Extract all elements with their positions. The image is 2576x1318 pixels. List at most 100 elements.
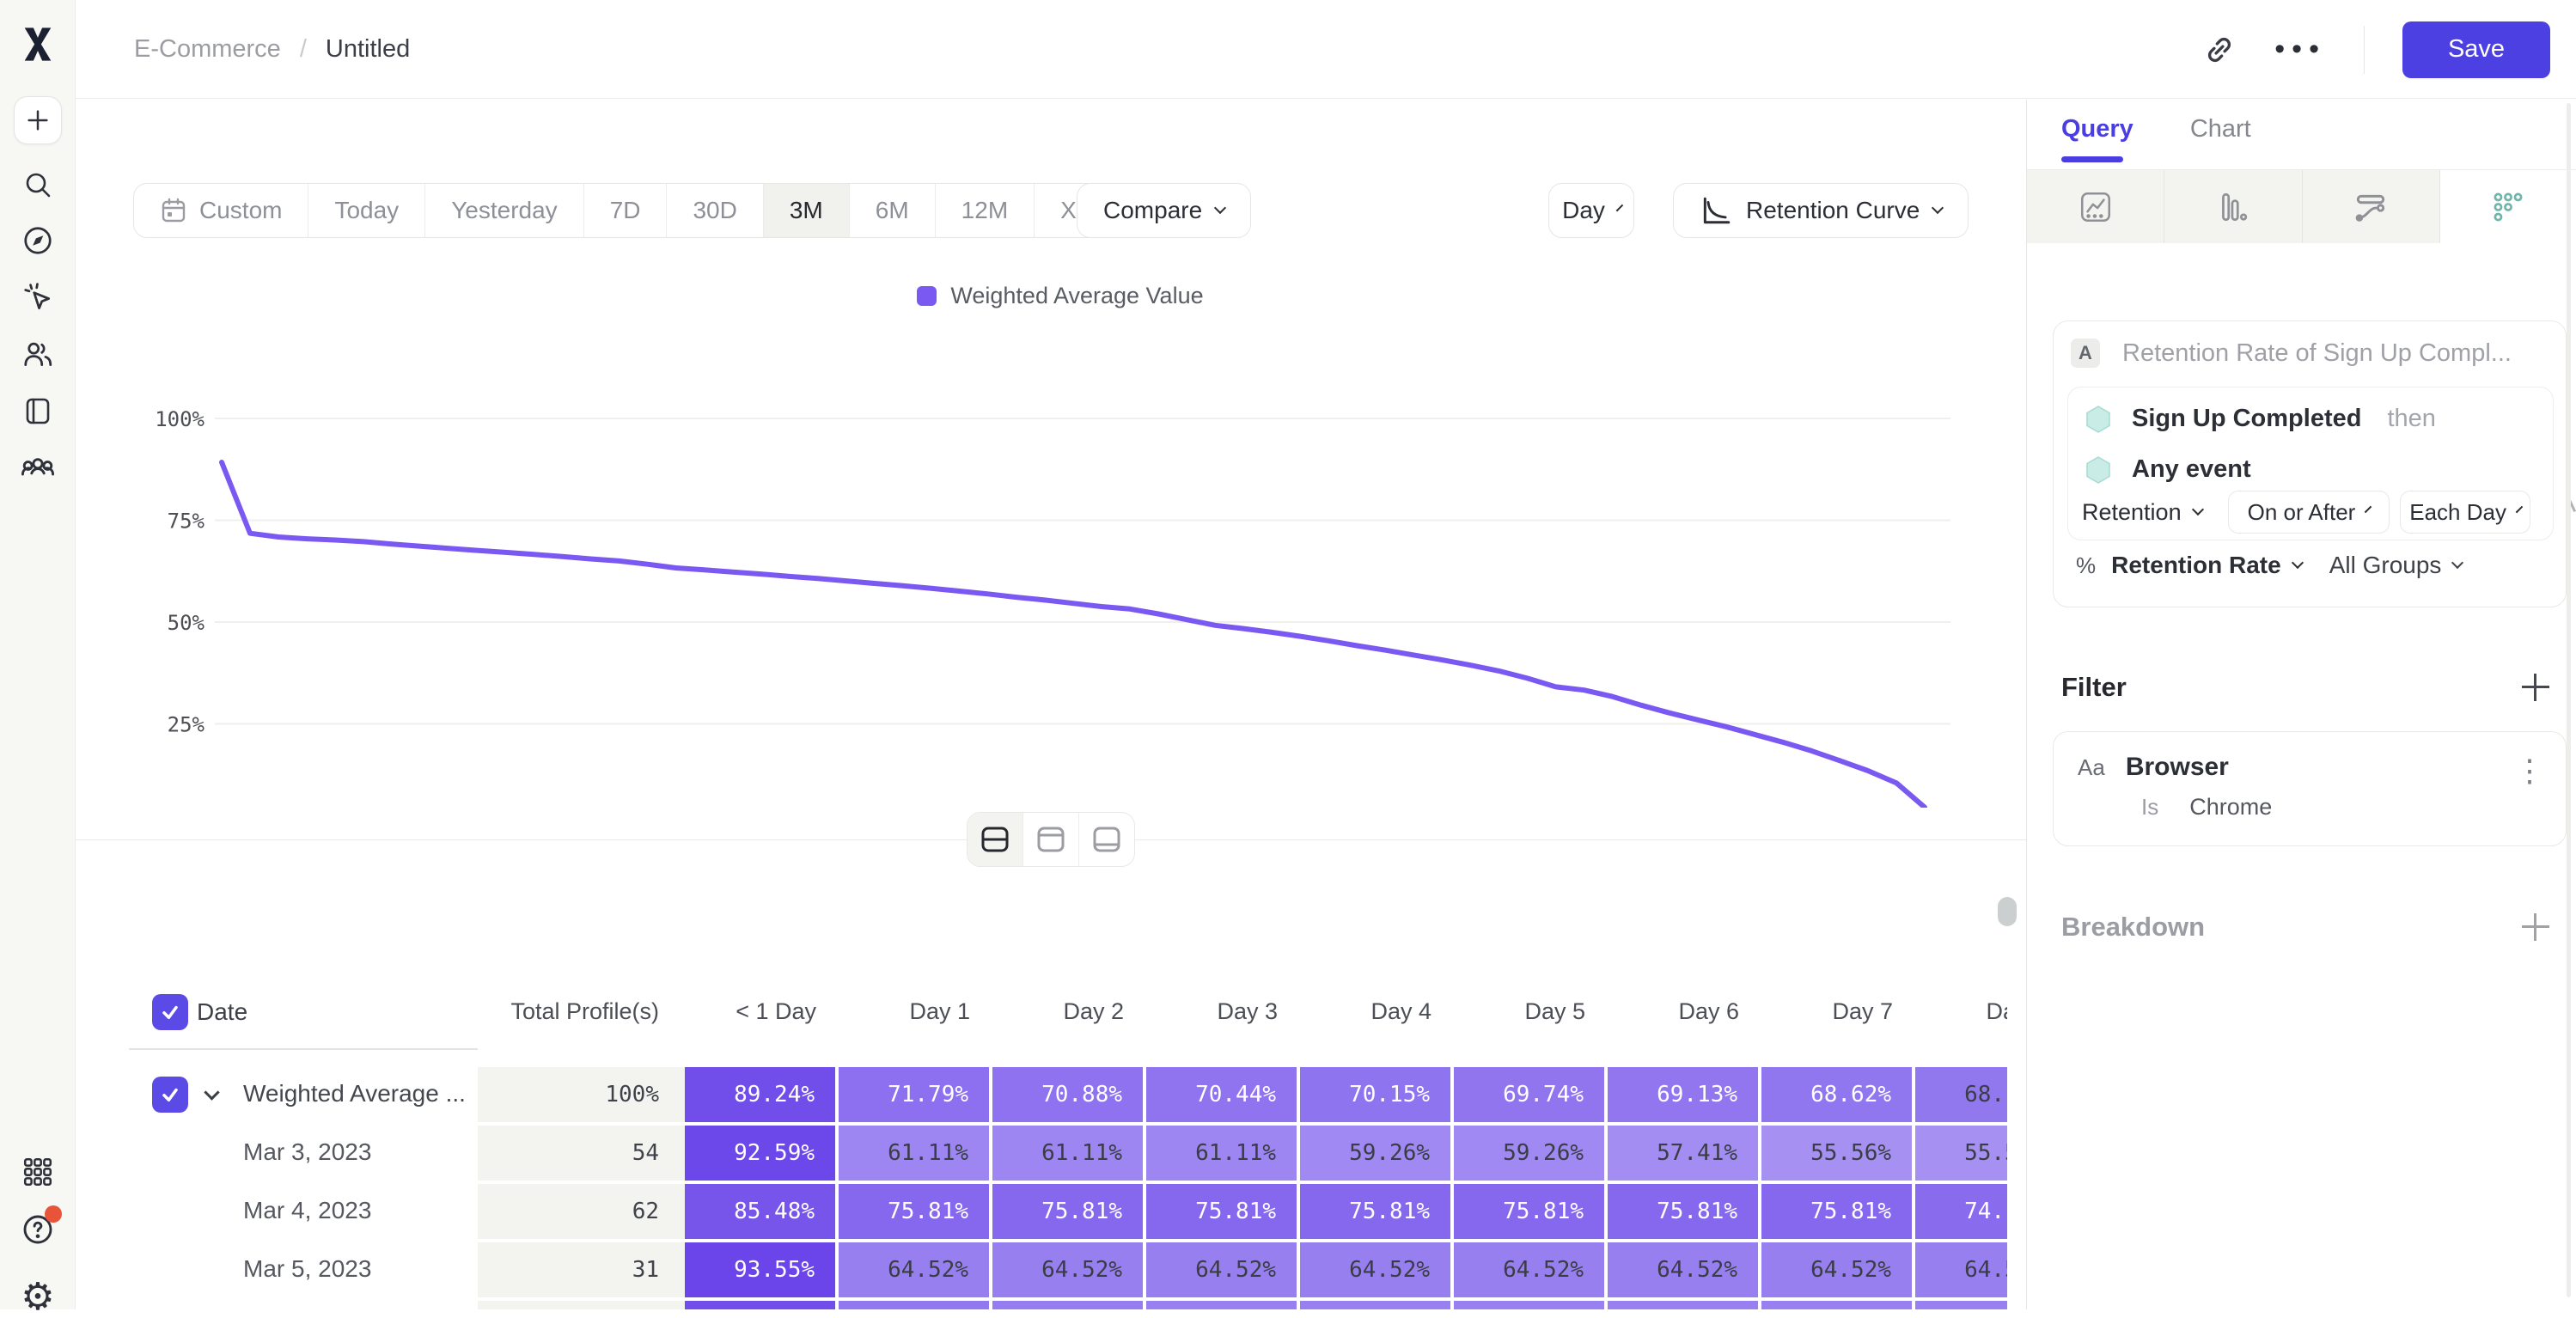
retention-cell[interactable]: 64.52% [1454, 1242, 1604, 1297]
table-scrollbar-thumb[interactable] [1998, 897, 2017, 926]
retention-cell[interactable]: 75.81% [839, 1184, 989, 1239]
range-today[interactable]: Today [308, 184, 425, 237]
range-30d[interactable]: 30D [667, 184, 763, 237]
retention-cell[interactable]: 71.79% [839, 1067, 989, 1122]
retention-cell[interactable]: 59.26% [1300, 1126, 1450, 1181]
filter-operator[interactable]: Is [2141, 794, 2158, 821]
total-profiles-cell[interactable]: 31 [478, 1242, 685, 1297]
retention-cell[interactable]: 64.52% [1761, 1242, 1912, 1297]
users-icon[interactable] [21, 338, 54, 370]
cursor-click-icon[interactable] [21, 281, 54, 314]
more-options-icon[interactable]: ••• [2274, 33, 2326, 66]
retention-cell[interactable]: 61.11% [839, 1126, 989, 1181]
viz-tab-bar-chart[interactable] [2164, 170, 2302, 243]
viz-tab-line-chart[interactable] [2027, 170, 2164, 243]
viz-tab-retention-grid[interactable] [2440, 170, 2576, 243]
notebook-icon[interactable] [22, 395, 53, 426]
retention-cell[interactable]: 63.83% [1915, 1301, 2007, 1309]
retention-cell[interactable]: 75.81% [992, 1184, 1143, 1239]
new-report-button[interactable] [14, 96, 62, 144]
retention-cell[interactable]: 75.81% [1454, 1184, 1604, 1239]
retention-cell[interactable]: 68.62% [1761, 1067, 1912, 1122]
retention-cell[interactable]: 85.48% [685, 1184, 835, 1239]
add-breakdown-button[interactable] [2520, 912, 2551, 943]
select-all-checkbox[interactable] [152, 994, 188, 1030]
bucket-dropdown[interactable]: Each Day [2400, 491, 2530, 534]
column-header-day-2[interactable]: Day 2 [992, 998, 1124, 1025]
retention-cell[interactable]: 64.52% [1608, 1242, 1758, 1297]
retention-cell[interactable]: 63.83% [1146, 1301, 1297, 1309]
expand-chevron-icon[interactable] [204, 1084, 219, 1100]
add-filter-button[interactable] [2520, 672, 2551, 703]
column-header-date[interactable]: Date [197, 998, 247, 1026]
column-header-day-6[interactable]: Day 6 [1608, 998, 1739, 1025]
retention-cell[interactable]: 64.52% [839, 1242, 989, 1297]
column-header-total[interactable]: Total Profile(s) [478, 998, 659, 1025]
retention-cell[interactable]: 69.13% [1608, 1067, 1758, 1122]
layout-bottom-button[interactable] [1079, 813, 1134, 866]
filter-menu-icon[interactable]: ⋮ [2514, 753, 2545, 789]
retention-cell[interactable]: 68.09% [839, 1301, 989, 1309]
retention-cell[interactable]: 69.74% [1454, 1067, 1604, 1122]
layout-split-button[interactable] [968, 813, 1023, 866]
retention-cell[interactable]: 55.56% [1915, 1126, 2007, 1181]
retention-cell[interactable]: 64.52% [992, 1242, 1143, 1297]
retention-cell[interactable]: 59.26% [1454, 1126, 1604, 1181]
operator-dropdown[interactable]: On or After [2228, 491, 2390, 534]
retention-cell[interactable]: 92.59% [685, 1126, 835, 1181]
tab-chart[interactable]: Chart [2190, 115, 2251, 162]
filter-card[interactable]: Aa Browser ⋮ Is Chrome [2053, 731, 2567, 846]
chart-type-button[interactable]: Retention Curve [1673, 183, 1969, 238]
filter-value[interactable]: Chrome [2189, 794, 2272, 821]
event-b-name[interactable]: Any event [2132, 455, 2251, 484]
breadcrumb-report-title[interactable]: Untitled [326, 35, 410, 64]
column-header-day-3[interactable]: Day 3 [1146, 998, 1278, 1025]
granularity-button[interactable]: Day [1548, 183, 1634, 238]
column-header-day-8[interactable]: Day 8 [1915, 998, 2007, 1025]
retention-curve-chart[interactable]: 0%25%50%75%100%< 1 DayDay 5Day 10Day 15D… [76, 284, 2026, 808]
query-title[interactable]: Retention Rate of Sign Up Compl... [2122, 339, 2512, 368]
total-profiles-cell[interactable]: 62 [478, 1184, 685, 1239]
row-label[interactable]: Mar 4, 2023 [243, 1197, 467, 1226]
retention-cell[interactable]: 57.41% [1608, 1126, 1758, 1181]
total-profiles-cell[interactable]: 100% [478, 1067, 685, 1122]
range-12m[interactable]: 12M [936, 184, 1035, 237]
retention-cell[interactable]: 75.81% [1146, 1184, 1297, 1239]
retention-cell[interactable]: 75.81% [1608, 1184, 1758, 1239]
retention-cell[interactable]: 93.55% [685, 1242, 835, 1297]
column-header-day-7[interactable]: Day 7 [1761, 998, 1893, 1025]
total-profiles-cell[interactable]: 47 [478, 1301, 685, 1309]
compare-button[interactable]: Compare [1077, 183, 1251, 238]
retention-cell[interactable]: 65.96% [992, 1301, 1143, 1309]
share-link-icon[interactable] [2202, 33, 2237, 67]
retention-cell[interactable]: 64.52% [1146, 1242, 1297, 1297]
retention-cell[interactable]: 63.83% [1454, 1301, 1604, 1309]
retention-cell[interactable]: 64.52% [1915, 1242, 2007, 1297]
retention-cell[interactable]: 68.11% [1915, 1067, 2007, 1122]
help-icon[interactable] [21, 1212, 55, 1247]
tab-query[interactable]: Query [2061, 115, 2133, 162]
column-header-day-5[interactable]: Day 5 [1454, 998, 1585, 1025]
save-button[interactable]: Save [2402, 21, 2550, 78]
retention-cell[interactable]: 55.56% [1761, 1126, 1912, 1181]
viz-tab-flow[interactable] [2303, 170, 2440, 243]
retention-cell[interactable]: 63.83% [1761, 1301, 1912, 1309]
filter-property[interactable]: Browser [2126, 753, 2229, 782]
retention-cell[interactable]: 75.81% [1300, 1184, 1450, 1239]
retention-cell[interactable]: 74.19% [1915, 1184, 2007, 1239]
range-yesterday[interactable]: Yesterday [425, 184, 584, 237]
column-header-day-1[interactable]: Day 1 [839, 998, 970, 1025]
event-a-name[interactable]: Sign Up Completed [2132, 405, 2361, 433]
total-profiles-cell[interactable]: 54 [478, 1126, 685, 1181]
retention-cell[interactable]: 64.52% [1300, 1242, 1450, 1297]
retention-cell[interactable]: 70.88% [992, 1067, 1143, 1122]
retention-cell[interactable]: 63.83% [1608, 1301, 1758, 1309]
retention-dropdown[interactable]: Retention [2082, 499, 2202, 526]
range-7d[interactable]: 7D [584, 184, 668, 237]
breadcrumb-workspace[interactable]: E-Commerce [134, 35, 281, 64]
column-header--1-day[interactable]: < 1 Day [685, 998, 816, 1025]
row-label[interactable]: Weighted Average ... [243, 1080, 467, 1109]
retention-cell[interactable]: 63.83% [1300, 1301, 1450, 1309]
retention-cell[interactable]: 89.36% [685, 1301, 835, 1309]
settings-gear-icon[interactable]: ⚙ [21, 1278, 54, 1316]
